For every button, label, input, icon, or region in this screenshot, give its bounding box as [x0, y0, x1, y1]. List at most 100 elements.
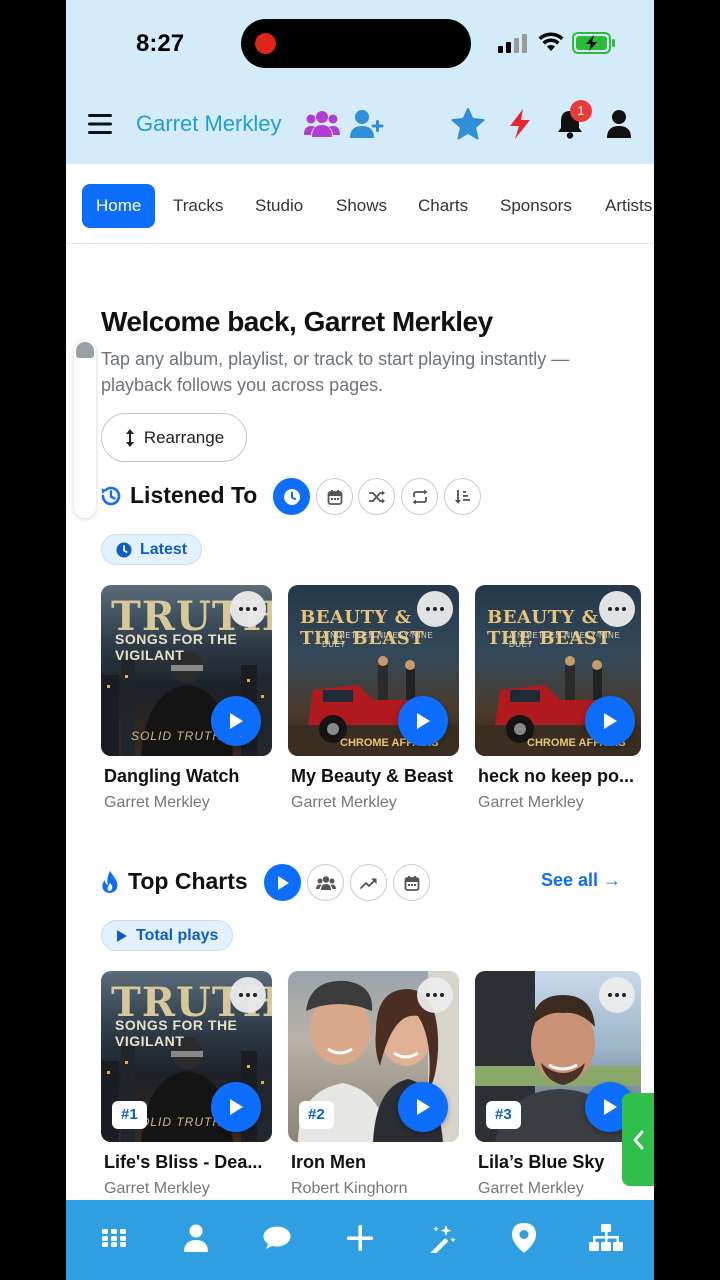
- nav-location-button[interactable]: [504, 1220, 544, 1256]
- tab-home[interactable]: Home: [82, 184, 156, 228]
- sort-descending-icon: [454, 489, 470, 504]
- album-art-subtitle: SONGS FOR THE VIGILANT: [115, 1017, 238, 1049]
- track-artist[interactable]: Garret Merkley: [104, 794, 210, 812]
- album-art-truth[interactable]: TRUTH SONGS FOR THE VIGILANT SOLID TRUTH: [101, 585, 272, 756]
- rearrange-button[interactable]: Rearrange: [101, 413, 247, 462]
- album-art-iron-men-photo[interactable]: #2: [288, 971, 459, 1142]
- track-artist[interactable]: Garret Merkley: [478, 1180, 584, 1198]
- grid-icon: [102, 1229, 126, 1247]
- chat-bubble-icon: [263, 1226, 291, 1249]
- sitemap-icon: [589, 1224, 623, 1251]
- chart-listeners-button[interactable]: [307, 864, 344, 901]
- rank-badge: #3: [486, 1101, 521, 1129]
- trending-up-icon: [359, 878, 376, 889]
- tab-studio[interactable]: Studio: [255, 184, 303, 228]
- play-icon: [230, 1099, 243, 1115]
- ellipsis-icon: [426, 607, 444, 611]
- more-options-button[interactable]: [230, 591, 266, 627]
- track-title[interactable]: heck no keep po...: [478, 766, 641, 787]
- total-plays-filter-chip[interactable]: Total plays: [101, 920, 234, 951]
- album-art-beauty-beast[interactable]: BEAUTY & THE BEAST A NINETEEN NINETY-NIN…: [475, 585, 641, 756]
- more-options-button[interactable]: [599, 591, 635, 627]
- nav-create-button[interactable]: [340, 1220, 380, 1256]
- ellipsis-icon: [239, 607, 257, 611]
- chart-date-button[interactable]: [393, 864, 430, 901]
- history-icon: [101, 486, 121, 506]
- play-button[interactable]: [398, 1082, 448, 1132]
- album-art-beauty-beast[interactable]: BEAUTY & THE BEAST A NINETEEN NINETY-NIN…: [288, 585, 459, 756]
- album-art-subtitle: A NINETEEN NINETY-NINE DUET: [509, 631, 621, 649]
- calendar-icon: [327, 489, 342, 505]
- rank-badge: #1: [112, 1101, 147, 1129]
- more-options-button[interactable]: [599, 977, 635, 1013]
- lightning-bolt-icon[interactable]: [502, 106, 538, 142]
- play-icon: [604, 1099, 617, 1115]
- nav-chat-button[interactable]: [257, 1220, 297, 1256]
- play-button[interactable]: [585, 696, 635, 746]
- tab-tracks[interactable]: Tracks: [173, 184, 223, 228]
- nav-apps-button[interactable]: [94, 1220, 134, 1256]
- see-all-link[interactable]: See all →: [541, 870, 621, 891]
- play-button[interactable]: [398, 696, 448, 746]
- play-icon: [417, 1099, 430, 1115]
- shuffle-button[interactable]: [358, 478, 395, 515]
- bottom-nav: [66, 1200, 654, 1280]
- scroll-indicator[interactable]: [74, 340, 96, 518]
- sort-date-button[interactable]: [316, 478, 353, 515]
- tab-shows[interactable]: Shows: [336, 184, 387, 228]
- users-icon: [315, 875, 336, 890]
- sort-recent-button[interactable]: [273, 478, 310, 515]
- sort-order-button[interactable]: [444, 478, 481, 515]
- track-title[interactable]: My Beauty & Beast: [291, 766, 459, 787]
- app-header: Garret Merkley: [66, 86, 654, 164]
- tab-charts[interactable]: Charts: [418, 184, 468, 228]
- play-icon: [117, 929, 127, 942]
- more-options-button[interactable]: [230, 977, 266, 1013]
- more-options-button[interactable]: [417, 591, 453, 627]
- track-title[interactable]: Iron Men: [291, 1152, 459, 1173]
- tab-artists[interactable]: Artists: [605, 184, 652, 228]
- clock-icon: [283, 488, 300, 505]
- welcome-title: Welcome back, Garret Merkley: [101, 306, 493, 337]
- track-artist[interactable]: Garret Merkley: [478, 794, 584, 812]
- play-icon: [417, 713, 430, 729]
- chart-plays-button[interactable]: [264, 864, 301, 901]
- album-art-subtitle: SONGS FOR THE VIGILANT: [115, 631, 238, 663]
- play-icon: [277, 875, 289, 890]
- tab-sponsors[interactable]: Sponsors: [500, 184, 572, 228]
- scroll-thumb[interactable]: [76, 342, 94, 358]
- chevron-left-icon: [633, 1130, 644, 1149]
- nav-magic-button[interactable]: [421, 1220, 461, 1256]
- more-options-button[interactable]: [417, 977, 453, 1013]
- track-artist[interactable]: Garret Merkley: [104, 1180, 210, 1198]
- play-button[interactable]: [211, 696, 261, 746]
- side-drawer-handle[interactable]: [622, 1093, 654, 1186]
- track-title[interactable]: Life's Bliss - Dea...: [104, 1152, 272, 1173]
- latest-filter-chip[interactable]: Latest: [101, 534, 203, 565]
- track-title[interactable]: Lila’s Blue Sky: [478, 1152, 641, 1173]
- battery-charging-icon: [572, 32, 615, 54]
- star-icon[interactable]: [450, 106, 486, 142]
- magic-wand-icon: [430, 1225, 456, 1253]
- nav-network-button[interactable]: [586, 1220, 626, 1256]
- dynamic-island: [241, 19, 471, 68]
- album-art-lilas-blue-sky-photo[interactable]: #3: [475, 971, 641, 1142]
- album-art-truth[interactable]: TRUTH SONGS FOR THE VIGILANT SOLID TRUTH…: [101, 971, 272, 1142]
- cellular-signal-icon: [498, 34, 527, 53]
- play-button[interactable]: [211, 1082, 261, 1132]
- header-user-name[interactable]: Garret Merkley: [136, 111, 281, 137]
- add-user-icon[interactable]: [350, 106, 386, 142]
- group-users-icon[interactable]: [304, 106, 340, 142]
- shuffle-icon: [368, 490, 385, 503]
- hamburger-menu-icon[interactable]: [86, 110, 114, 138]
- chart-trending-button[interactable]: [350, 864, 387, 901]
- track-title[interactable]: Dangling Watch: [104, 766, 272, 787]
- repeat-icon: [412, 489, 427, 504]
- track-artist[interactable]: Garret Merkley: [291, 794, 397, 812]
- ellipsis-icon: [426, 993, 444, 997]
- track-artist[interactable]: Robert Kinghorn: [291, 1180, 408, 1198]
- repeat-button[interactable]: [401, 478, 438, 515]
- nav-profile-button[interactable]: [176, 1220, 216, 1256]
- profile-icon[interactable]: [601, 106, 637, 142]
- wifi-icon: [538, 32, 564, 51]
